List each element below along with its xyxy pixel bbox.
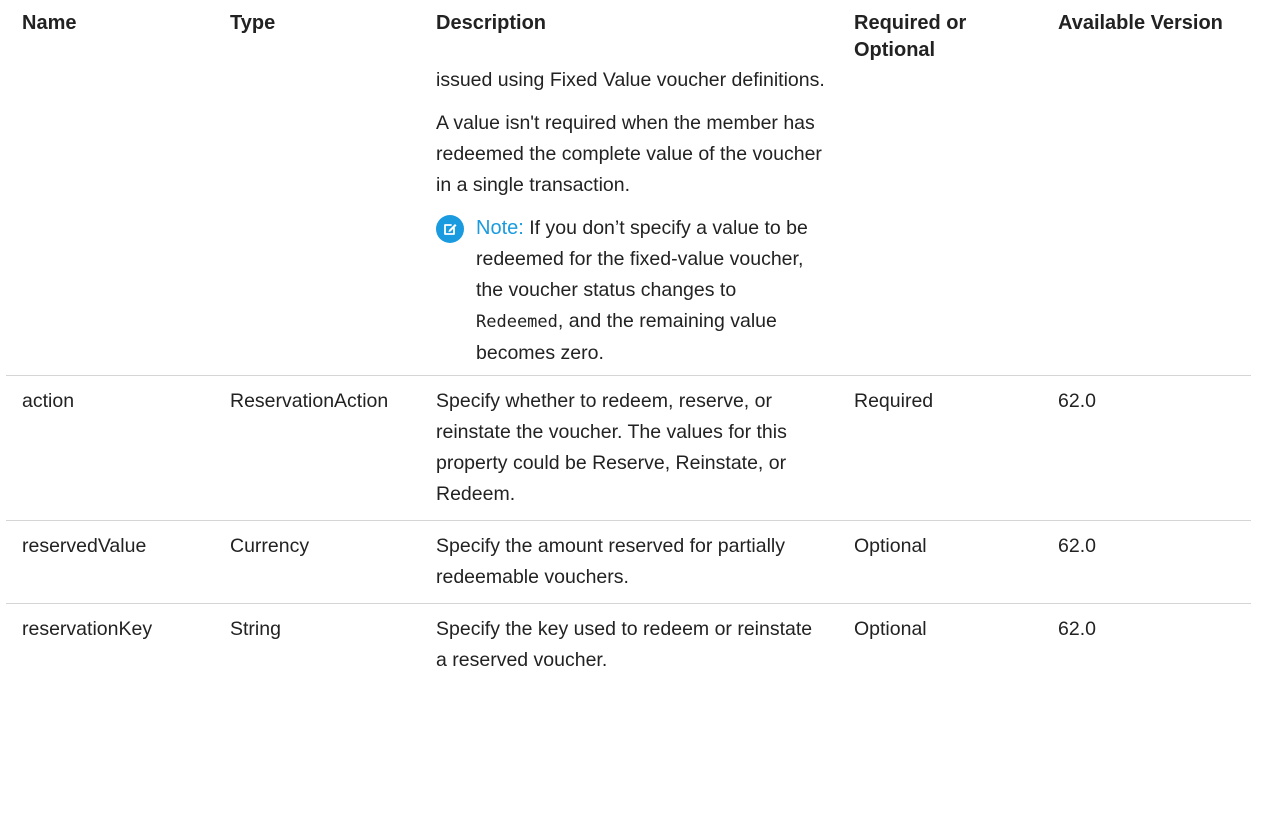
note-text: Note: If you don’t specify a value to be… <box>476 213 828 369</box>
cell-type: String <box>230 618 281 640</box>
table-row-continued: issued using Fixed Value voucher definit… <box>6 65 1251 376</box>
properties-table: Name Type Description Required or Option… <box>6 0 1251 686</box>
description-paragraph: A value isn't required when the member h… <box>436 112 822 196</box>
cell-name: reservationKey <box>22 618 153 640</box>
cell-required: Required <box>854 390 934 412</box>
header-type: Type <box>230 12 276 34</box>
header-required: Required or Optional <box>854 12 967 61</box>
table-row: reservedValue Currency Specify the amoun… <box>6 520 1251 604</box>
cell-required <box>838 65 1042 376</box>
cell-description: Specify the key used to redeem or reinst… <box>436 618 813 671</box>
cell-name: reservedValue <box>22 535 147 557</box>
edit-note-icon <box>436 215 464 243</box>
cell-version: 62.0 <box>1058 390 1096 412</box>
cell-description: Specify whether to redeem, reserve, or r… <box>436 390 787 505</box>
table-row: action ReservationAction Specify whether… <box>6 375 1251 521</box>
cell-name <box>6 65 214 376</box>
cell-type: Currency <box>230 535 310 557</box>
header-name: Name <box>22 12 77 34</box>
note-callout: Note: If you don’t specify a value to be… <box>436 213 828 369</box>
cell-version <box>1042 65 1251 376</box>
document-page: Name Type Description Required or Option… <box>0 0 1263 822</box>
table-row: reservationKey String Specify the key us… <box>6 603 1251 687</box>
cell-type <box>214 65 420 376</box>
header-description: Description <box>436 12 547 34</box>
note-text-before: If you don’t specify a value to be redee… <box>476 217 808 301</box>
cell-name: action <box>22 390 75 412</box>
note-code: Redeemed <box>476 312 558 332</box>
cell-version: 62.0 <box>1058 535 1096 557</box>
table-header: Name Type Description Required or Option… <box>6 0 1251 65</box>
cell-description: issued using Fixed Value voucher definit… <box>420 65 838 376</box>
note-label: Note: <box>476 217 524 239</box>
cell-description: Specify the amount reserved for partiall… <box>436 535 786 588</box>
cell-type: ReservationAction <box>230 390 389 412</box>
cell-required: Optional <box>854 618 927 640</box>
header-version: Available Version <box>1058 12 1223 34</box>
description-paragraph: issued using Fixed Value voucher definit… <box>436 69 825 91</box>
cell-required: Optional <box>854 535 927 557</box>
cell-version: 62.0 <box>1058 618 1096 640</box>
